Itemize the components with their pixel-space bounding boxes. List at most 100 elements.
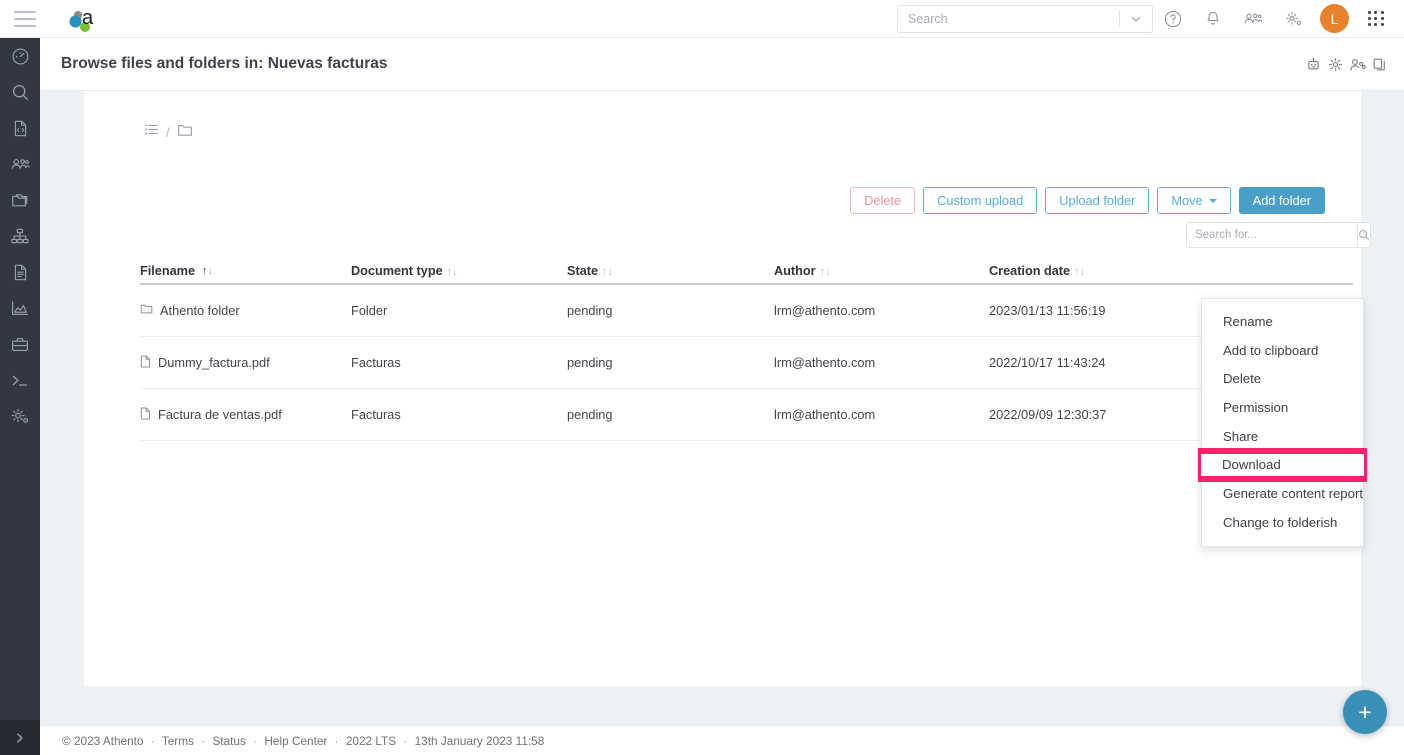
filename-label: Dummy_factura.pdf — [158, 355, 270, 370]
breadcrumb-list-icon[interactable] — [144, 122, 159, 142]
search-input[interactable] — [898, 12, 1119, 26]
sidebar-item-users[interactable] — [0, 146, 40, 182]
user-permissions-icon[interactable] — [1346, 49, 1368, 79]
context-menu-item-share[interactable]: Share — [1202, 422, 1363, 451]
table-toolbar: Delete Custom upload Upload folder Move … — [850, 187, 1325, 214]
column-label: Author — [774, 264, 816, 278]
athento-logo-svg: a — [64, 4, 108, 34]
page-header: Browse files and folders in: Nuevas fact… — [40, 38, 1404, 91]
chevron-down-icon[interactable] — [1120, 6, 1152, 32]
column-label: Document type — [351, 264, 443, 278]
cell-state: pending — [567, 303, 774, 318]
global-search[interactable] — [897, 5, 1153, 33]
column-header-state[interactable]: State ↑↓ — [567, 264, 774, 278]
add-folder-button[interactable]: Add folder — [1239, 187, 1325, 214]
automation-robot-icon[interactable] — [1302, 49, 1324, 79]
folder-icon — [10, 191, 31, 210]
users-group-icon[interactable] — [1233, 0, 1273, 38]
footer-link-help-center[interactable]: Help Center — [264, 734, 327, 748]
table-search-button[interactable] — [1357, 222, 1371, 248]
table-search-input[interactable] — [1186, 222, 1357, 248]
sidebar-item-reports[interactable] — [0, 290, 40, 326]
search-icon — [11, 83, 30, 102]
column-header-filename[interactable]: Filename ↑↓ — [140, 264, 351, 278]
main-content: / Delete Custom upload Upload folder Mov… — [40, 91, 1404, 725]
table-row[interactable]: Factura de ventas.pdf Facturas pending l… — [140, 389, 1353, 441]
sidebar-item-documents[interactable] — [0, 254, 40, 290]
help-icon[interactable] — [1153, 0, 1193, 38]
top-navbar: a L — [0, 0, 1404, 38]
sidebar-item-search[interactable] — [0, 74, 40, 110]
footer-version: 2022 LTS — [346, 734, 396, 748]
context-menu-item-change-to-folderish[interactable]: Change to folderish — [1202, 508, 1363, 537]
cell-filename[interactable]: Dummy_factura.pdf — [140, 355, 351, 371]
athento-logo[interactable]: a — [64, 4, 108, 34]
cell-document-type: Folder — [351, 303, 567, 318]
context-menu-item-generate-content-report[interactable]: Generate content report — [1202, 479, 1363, 508]
context-menu-item-download[interactable]: Download — [1201, 451, 1364, 479]
move-dropdown-button[interactable]: Move — [1157, 187, 1230, 214]
column-label: State — [567, 264, 598, 278]
cell-filename[interactable]: Factura de ventas.pdf — [140, 407, 351, 423]
sitemap-icon — [10, 227, 30, 246]
breadcrumb-folder-icon[interactable] — [177, 123, 193, 142]
left-sidebar — [0, 38, 40, 755]
cell-filename[interactable]: Athento folder — [140, 303, 351, 318]
column-header-author[interactable]: Author ↑↓ — [774, 264, 989, 278]
table-search — [1186, 222, 1325, 248]
sidebar-item-folders[interactable] — [0, 182, 40, 218]
footer-link-terms[interactable]: Terms — [162, 734, 194, 748]
filename-label: Factura de ventas.pdf — [158, 407, 282, 422]
settings-gear-icon[interactable] — [1273, 0, 1313, 38]
sort-arrows[interactable]: ↑↓ — [820, 266, 831, 278]
sort-arrows[interactable]: ↑↓ — [1074, 266, 1085, 278]
plus-icon: + — [1358, 699, 1371, 726]
sidebar-item-settings[interactable] — [0, 398, 40, 434]
cell-state: pending — [567, 355, 774, 370]
column-label: Creation date — [989, 264, 1070, 278]
sort-arrows[interactable]: ↑↓ — [202, 265, 213, 277]
sidebar-item-toolbox[interactable] — [0, 326, 40, 362]
notifications-bell-icon[interactable] — [1193, 0, 1233, 38]
apps-grid-icon[interactable] — [1358, 0, 1394, 38]
table-header-row: Filename ↑↓ Document type ↑↓ State ↑↓ Au… — [140, 259, 1353, 285]
sidebar-item-dashboard[interactable] — [0, 38, 40, 74]
delete-button[interactable]: Delete — [850, 187, 915, 214]
cell-author: lrm@athento.com — [774, 355, 989, 370]
sidebar-expand-button[interactable] — [0, 720, 40, 755]
sort-arrows[interactable]: ↑↓ — [602, 266, 613, 278]
filename-label: Athento folder — [160, 303, 240, 318]
sidebar-item-sitemap[interactable] — [0, 218, 40, 254]
document-icon — [11, 263, 30, 282]
files-table: Filename ↑↓ Document type ↑↓ State ↑↓ Au… — [140, 259, 1353, 441]
upload-folder-button[interactable]: Upload folder — [1045, 187, 1149, 214]
add-fab-button[interactable]: + — [1343, 690, 1387, 734]
sidebar-item-document-code[interactable] — [0, 110, 40, 146]
avatar[interactable]: L — [1320, 4, 1349, 33]
table-row[interactable]: Dummy_factura.pdf Facturas pending lrm@a… — [140, 337, 1353, 389]
footer-separator: · — [151, 734, 155, 748]
settings-gear-icon[interactable] — [1324, 49, 1346, 79]
svg-text:a: a — [82, 7, 94, 29]
document-code-icon — [11, 119, 30, 138]
hamburger-icon[interactable] — [14, 11, 36, 27]
column-header-creation-date[interactable]: Creation date ↑↓ — [989, 264, 1239, 278]
custom-upload-button[interactable]: Custom upload — [923, 187, 1037, 214]
page-header-actions — [1302, 49, 1390, 79]
page-title: Browse files and folders in: Nuevas fact… — [61, 55, 387, 73]
file-icon — [140, 355, 151, 371]
chevron-down-icon — [1209, 199, 1217, 203]
sort-arrows[interactable]: ↑↓ — [447, 266, 458, 278]
sidebar-item-console[interactable] — [0, 362, 40, 398]
copy-icon[interactable] — [1368, 49, 1390, 79]
context-menu-item-permission[interactable]: Permission — [1202, 393, 1363, 422]
column-header-document-type[interactable]: Document type ↑↓ — [351, 264, 567, 278]
footer-text: © 2023 Athento · Terms · Status · Help C… — [62, 734, 544, 748]
breadcrumb: / — [144, 122, 193, 142]
context-menu-item-add-to-clipboard[interactable]: Add to clipboard — [1202, 336, 1363, 365]
table-row[interactable]: Athento folder Folder pending lrm@athent… — [140, 285, 1353, 337]
footer-link-status[interactable]: Status — [212, 734, 245, 748]
context-menu-item-delete[interactable]: Delete — [1202, 365, 1363, 394]
context-menu-item-rename[interactable]: Rename — [1202, 307, 1363, 336]
column-label: Filename — [140, 264, 195, 278]
